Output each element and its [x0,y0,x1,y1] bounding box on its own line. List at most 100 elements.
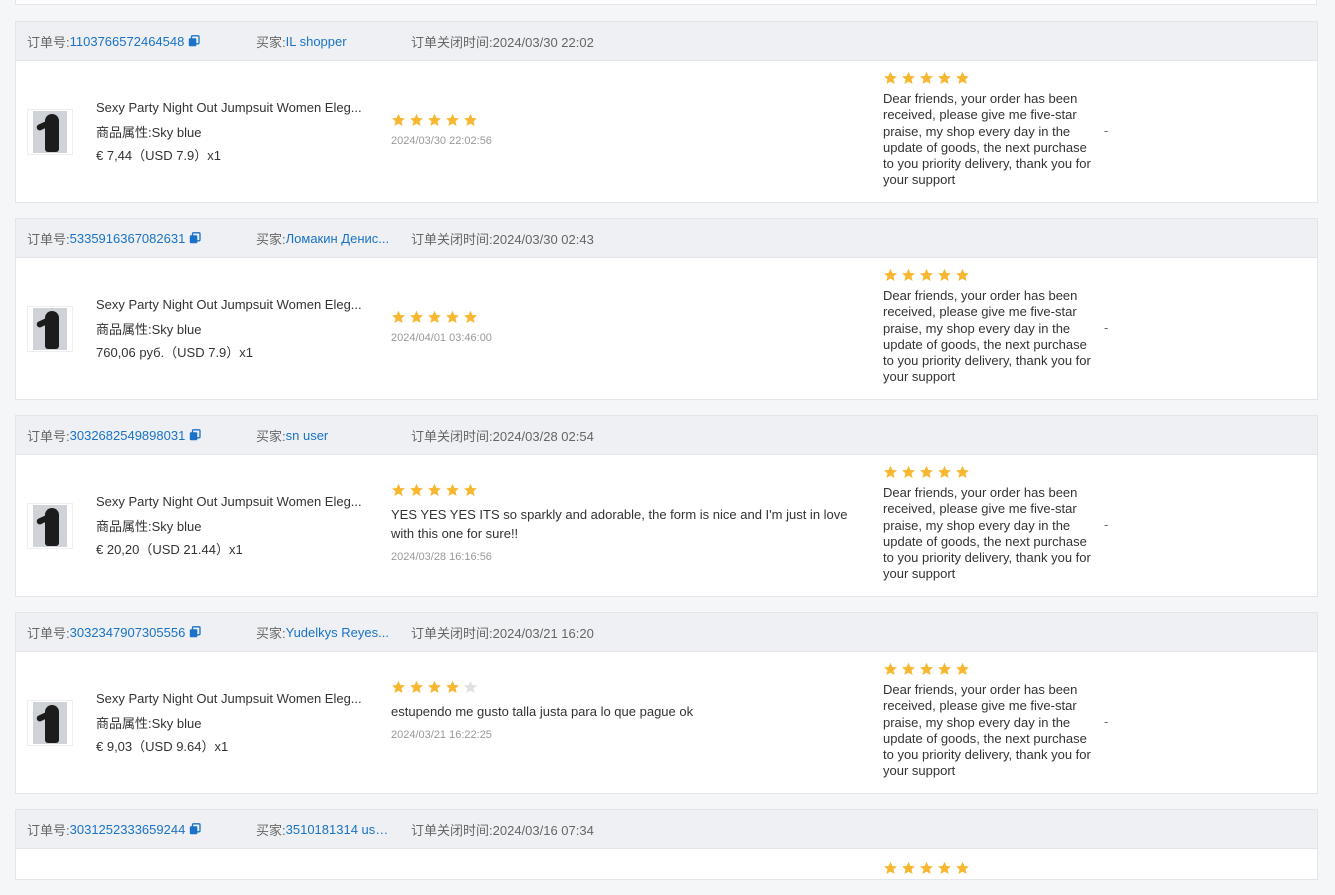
star-filled-icon [956,268,969,281]
buyer-review-stars [391,680,851,694]
order-card: 订单号: 1103766572464548 买家: IL shopper 订单关闭时间:… [15,21,1318,203]
close-time-label: 订单关闭时间: [411,231,493,247]
star-filled-icon [938,71,951,84]
buyer-name-link[interactable]: IL shopper [286,34,347,49]
buyer-review: 2024/03/30 22:02:56 [391,113,851,147]
order-no-label: 订单号: [27,428,70,444]
buyer-name-link[interactable]: Ломакин Денис... [286,231,389,246]
copy-icon[interactable] [188,35,200,47]
order-no-link[interactable]: 3032347907305556 [70,625,186,640]
order-no-link[interactable]: 3032682549898031 [70,428,186,443]
buyer-label: 买家: [256,34,286,50]
buyer-label: 买家: [256,428,286,444]
star-filled-icon [902,662,915,675]
buyer-label: 买家: [256,625,286,641]
review-date: 2024/03/28 16:16:56 [391,551,492,563]
star-filled-icon [428,113,441,126]
close-time-value: 2024/03/21 16:20 [492,625,594,641]
star-filled-icon [956,71,969,84]
extra-column-value: - [1104,320,1109,335]
copy-icon[interactable] [189,429,201,441]
star-filled-icon [446,483,459,496]
star-filled-icon [920,465,933,478]
product-title[interactable]: Sexy Party Night Out Jumpsuit Women Eleg… [96,494,366,509]
order-header: 订单号: 5335916367082631 买家: Ломакин Денис... 订… [16,219,1317,258]
review-text: estupendo me gusto talla justa para lo q… [391,704,694,719]
buyer-name-link[interactable]: sn user [286,428,329,443]
extra-column-value: - [1104,123,1109,138]
order-card: 订单号: 3031252333659244 买家: 3510181314 use...… [15,809,1318,880]
product-title[interactable]: Sexy Party Night Out Jumpsuit Women Eleg… [96,100,366,115]
star-filled-icon [884,268,897,281]
order-card: 订单号: 3032347907305556 买家: Yudelkys Reyes...… [15,612,1318,794]
star-filled-icon [884,861,897,874]
star-filled-icon [410,113,423,126]
attr-label: 商品属性: [96,716,152,731]
product-attribute: 商品属性:Sky blue [96,713,202,732]
extra-column-value: - [1104,517,1109,532]
order-card: 订单号: 3032682549898031 买家: sn user 订单关闭时间:202… [15,415,1318,597]
buyer-review: estupendo me gusto talla justa para lo q… [391,680,851,741]
seller-reply-text: Dear friends, your order has been receiv… [883,288,1091,385]
product-attribute: 商品属性:Sky blue [96,122,202,141]
product-thumbnail[interactable] [27,700,73,746]
product-attribute: 商品属性:Sky blue [96,319,202,338]
product-price: € 9,03（USD 9.64）x1 [96,739,229,754]
buyer-name-link[interactable]: 3510181314 use... [286,822,393,837]
product-title[interactable]: Sexy Party Night Out Jumpsuit Women Eleg… [96,691,366,706]
buyer-review: 2024/04/01 03:46:00 [391,310,851,344]
star-filled-icon [446,113,459,126]
order-no-label: 订单号: [27,625,70,641]
extra-column-value: - [1104,714,1109,729]
order-card: 订单号: 5335916367082631 买家: Ломакин Денис... 订… [15,218,1318,400]
attr-value: Sky blue [151,519,202,534]
buyer-name-link[interactable]: Yudelkys Reyes... [286,625,389,640]
star-filled-icon [920,268,933,281]
copy-icon[interactable] [189,232,201,244]
product-thumbnail[interactable] [27,306,73,352]
product-thumbnail[interactable] [27,503,73,549]
buyer-review: YES YES YES ITS so sparkly and adorable,… [391,483,851,563]
close-time-label: 订单关闭时间: [411,34,493,50]
order-body: Sexy Party Night Out Jumpsuit Women Eleg… [16,258,1317,399]
product-title[interactable]: Sexy Party Night Out Jumpsuit Women Eleg… [96,297,366,312]
star-filled-icon [902,861,915,874]
star-filled-icon [902,465,915,478]
close-time-value: 2024/03/28 02:54 [492,428,594,444]
order-no-label: 订单号: [27,231,70,247]
order-no-link[interactable]: 3031252333659244 [70,822,186,837]
star-filled-icon [410,680,423,693]
star-filled-icon [464,113,477,126]
buyer-review-stars [391,483,851,497]
buyer-review-stars [391,310,851,324]
order-no-link[interactable]: 1103766572464548 [70,34,185,49]
star-filled-icon [392,113,405,126]
attr-label: 商品属性: [96,519,152,534]
seller-reply-text: Dear friends, your order has been receiv… [883,485,1091,582]
buyer-label: 买家: [256,822,286,838]
star-filled-icon [410,483,423,496]
copy-icon[interactable] [189,626,201,638]
product-thumbnail[interactable] [27,109,73,155]
star-filled-icon [938,662,951,675]
seller-reply-stars [883,662,1093,676]
star-filled-icon [884,71,897,84]
star-filled-icon [938,465,951,478]
copy-icon[interactable] [189,823,201,835]
order-header: 订单号: 1103766572464548 买家: IL shopper 订单关闭时间:… [16,22,1317,61]
order-no-link[interactable]: 5335916367082631 [70,231,186,246]
product-attribute: 商品属性:Sky blue [96,516,202,535]
review-date: 2024/03/21 16:22:25 [391,729,492,741]
seller-reply-stars [883,71,1093,85]
star-filled-icon [902,268,915,281]
seller-reply-stars [883,861,1093,875]
order-no-label: 订单号: [27,34,70,50]
order-list: 订单号: 1103766572464548 买家: IL shopper 订单关闭时间:… [15,21,1318,895]
star-filled-icon [428,310,441,323]
product-price: 760,06 руб.（USD 7.9）x1 [96,345,254,360]
star-filled-icon [428,680,441,693]
order-body [16,849,1317,879]
close-time-value: 2024/03/16 07:34 [492,822,594,838]
star-filled-icon [392,483,405,496]
star-filled-icon [464,310,477,323]
